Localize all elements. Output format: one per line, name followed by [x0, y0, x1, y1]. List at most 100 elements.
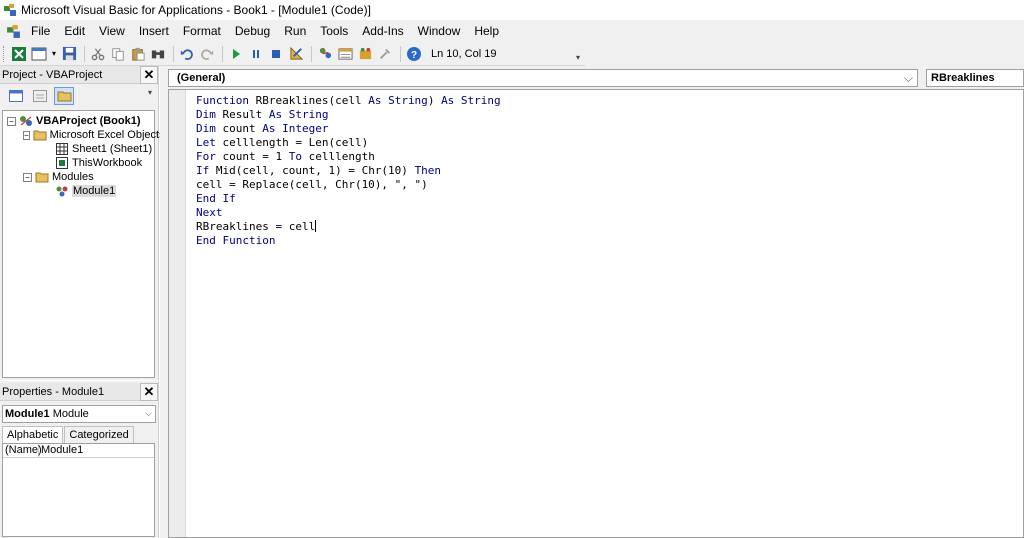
close-icon[interactable]: ✕ [140, 382, 158, 401]
tree-item-excel-objects[interactable]: − Microsoft Excel Objects [3, 128, 165, 142]
menu-add-ins[interactable]: Add-Ins [355, 20, 410, 42]
reset-icon[interactable] [267, 45, 285, 63]
code-line[interactable]: Dim Result As String [196, 108, 501, 122]
code-keyword: To [288, 150, 302, 163]
menu-run[interactable]: Run [277, 20, 313, 42]
tab-alphabetic[interactable]: Alphabetic [2, 426, 64, 444]
view-object-icon[interactable] [30, 87, 50, 105]
properties-window-icon[interactable] [336, 45, 354, 63]
run-icon[interactable] [227, 45, 245, 63]
menu-tools[interactable]: Tools [313, 20, 355, 42]
code-text: count [215, 122, 263, 135]
dropdown-arrow-icon[interactable]: ▾ [50, 45, 58, 63]
undo-icon[interactable] [178, 45, 196, 63]
collapse-icon[interactable]: − [23, 130, 30, 140]
menu-app-icon[interactable] [6, 23, 22, 39]
project-tree: − VBAProject (Book1) − Microsoft Excel O… [2, 110, 165, 378]
code-line[interactable]: Next [196, 206, 501, 220]
view-code-icon[interactable] [6, 87, 26, 105]
project-pane-header: Project - VBAProject ✕ [0, 65, 158, 84]
tree-item-thisworkbook[interactable]: ThisWorkbook [3, 156, 154, 170]
property-row[interactable]: (Name) Module1 [3, 444, 154, 458]
toolbar-separator [173, 45, 174, 62]
pane-options-icon[interactable]: ▾ [148, 88, 156, 104]
code-line[interactable]: cell = Replace(cell, Chr(10), ", ") [196, 178, 501, 192]
redo-icon[interactable] [198, 45, 216, 63]
cut-icon[interactable] [89, 45, 107, 63]
code-line[interactable]: For count = 1 To celllength [196, 150, 501, 164]
tree-item-sheet1[interactable]: Sheet1 (Sheet1) [3, 142, 154, 156]
tree-item-label: Module1 [72, 185, 117, 197]
procedure-dropdown-value: RBreaklines [931, 72, 995, 84]
vbaproject-icon [19, 115, 33, 127]
code-line[interactable]: If Mid(cell, count, 1) = Chr(10) Then [196, 164, 501, 178]
property-value[interactable]: Module1 [39, 444, 83, 457]
code-line[interactable]: End If [196, 192, 501, 206]
code-keyword: As Integer [262, 122, 329, 135]
cursor-position-label: Ln 10, Col 19 [431, 47, 497, 60]
code-line[interactable]: Let celllength = Len(cell) [196, 136, 501, 150]
tree-item-label: Sheet1 (Sheet1) [72, 143, 153, 155]
object-selector[interactable]: Module1 Module ⌵ [2, 405, 156, 423]
toolbar-separator [222, 45, 223, 62]
standard-toolbar: ▾ ? Ln 10, Col 19 ▾ [0, 42, 585, 66]
project-pane-toolbar: ▾ [0, 84, 158, 108]
collapse-icon[interactable]: − [23, 172, 32, 182]
code-editor[interactable]: Function RBreaklines(cell As String) As … [168, 89, 1024, 538]
toolbar-options-icon[interactable]: ▾ [574, 46, 582, 62]
code-lines[interactable]: Function RBreaklines(cell As String) As … [196, 94, 501, 248]
toolbar-separator [311, 45, 312, 62]
view-excel-icon[interactable] [10, 45, 28, 63]
window-title: Microsoft Visual Basic for Applications … [21, 3, 371, 17]
copy-icon[interactable] [109, 45, 127, 63]
toolbox-icon[interactable] [376, 45, 394, 63]
toggle-folders-icon[interactable] [54, 87, 74, 105]
folder-icon [35, 171, 49, 183]
code-margin-indicator-bar[interactable] [169, 90, 186, 537]
code-text: Result [215, 108, 269, 121]
code-text: ) [427, 94, 442, 107]
find-icon[interactable] [149, 45, 167, 63]
menu-insert[interactable]: Insert [132, 20, 176, 42]
menu-window[interactable]: Window [411, 20, 468, 42]
paste-icon[interactable] [129, 45, 147, 63]
close-icon[interactable]: ✕ [140, 65, 158, 84]
insert-module-icon[interactable] [30, 45, 48, 63]
menu-format[interactable]: Format [176, 20, 228, 42]
design-mode-icon[interactable] [287, 45, 305, 63]
menu-debug[interactable]: Debug [228, 20, 277, 42]
menu-view[interactable]: View [92, 20, 132, 42]
chevron-down-icon[interactable]: ⌵ [904, 70, 913, 86]
text-cursor [315, 220, 317, 232]
code-line[interactable]: Dim count As Integer [196, 122, 501, 136]
tree-item-module1[interactable]: Module1 [3, 184, 154, 198]
code-line[interactable]: Function RBreaklines(cell As String) As … [196, 94, 501, 108]
menu-edit[interactable]: Edit [57, 20, 92, 42]
code-line[interactable]: End Function [196, 234, 501, 248]
save-icon[interactable] [60, 45, 78, 63]
properties-tabs: Alphabetic Categorized [2, 426, 135, 444]
vba-app-icon [3, 3, 17, 17]
properties-pane-header: Properties - Module1 ✕ [0, 382, 158, 401]
properties-pane: Properties - Module1 ✕ Module1 Module ⌵ … [0, 381, 159, 538]
object-name: Module1 [5, 408, 50, 420]
menu-help[interactable]: Help [467, 20, 506, 42]
menu-file[interactable]: File [24, 20, 57, 42]
toolbar-grip[interactable] [3, 45, 7, 62]
object-dropdown[interactable]: (General) ⌵ [168, 69, 918, 87]
tree-item-modules[interactable]: − Modules [3, 170, 154, 184]
break-icon[interactable] [247, 45, 265, 63]
code-text: count = 1 [215, 150, 289, 163]
project-explorer-icon[interactable] [316, 45, 334, 63]
sheet-icon [55, 143, 69, 155]
help-icon[interactable]: ? [405, 45, 423, 63]
tree-item-vbaproject[interactable]: − VBAProject (Book1) [3, 114, 154, 128]
collapse-icon[interactable]: − [7, 116, 16, 126]
code-keyword: Dim [196, 122, 216, 135]
procedure-dropdown[interactable]: RBreaklines [926, 69, 1024, 87]
chevron-down-icon[interactable]: ⌵ [145, 408, 152, 419]
object-browser-icon[interactable] [356, 45, 374, 63]
code-line[interactable]: RBreaklines = cell [196, 220, 501, 234]
module-icon [55, 185, 69, 197]
tab-categorized[interactable]: Categorized [64, 426, 134, 444]
